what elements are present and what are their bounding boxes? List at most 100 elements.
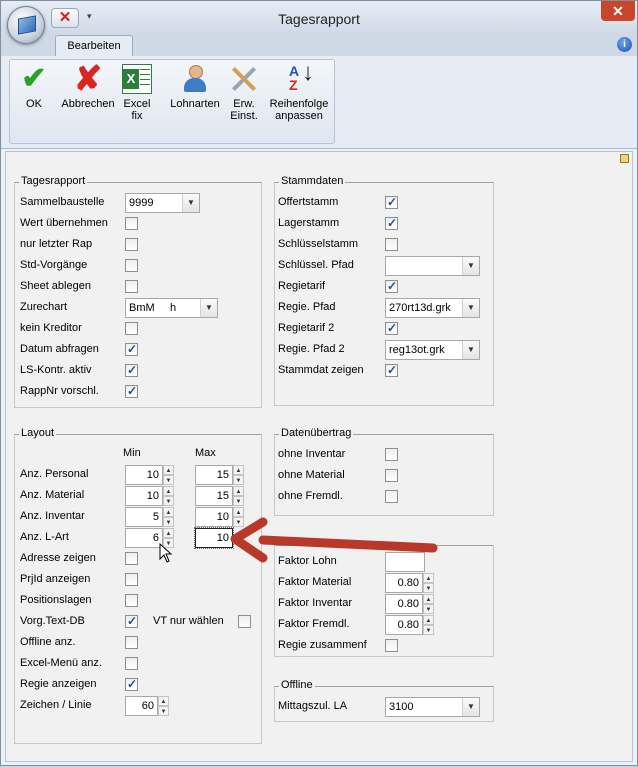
offertstamm-checkbox[interactable]	[385, 195, 398, 209]
spin-up-icon[interactable]: ▲	[158, 696, 169, 706]
regie-pfad2-combo[interactable]: reg13ot.grk ▼	[385, 340, 480, 360]
sammelbaustelle-value: 9999	[129, 197, 154, 209]
vorg-text-db-checkbox[interactable]	[125, 614, 138, 628]
ohne-fremdl-checkbox[interactable]	[385, 490, 398, 503]
chevron-down-icon[interactable]: ▼	[462, 341, 479, 359]
chevron-down-icon[interactable]: ▼	[200, 299, 217, 317]
stammdat-zeigen-checkbox[interactable]	[385, 363, 398, 377]
kein-kreditor-checkbox[interactable]	[125, 322, 138, 335]
regietarif2-checkbox[interactable]	[385, 321, 398, 335]
zurechart-combo[interactable]: BmM h ▼	[125, 298, 218, 318]
spin-down-icon[interactable]: ▼	[233, 496, 244, 506]
sheet-ablegen-checkbox[interactable]	[125, 280, 138, 293]
wert-uebernehmen-label: Wert übernehmen	[20, 217, 108, 229]
chevron-down-icon[interactable]: ▼	[462, 299, 479, 317]
kein-kreditor-row: kein Kreditor	[20, 319, 258, 339]
spin-up-icon[interactable]: ▲	[423, 573, 434, 583]
spin-down-icon[interactable]: ▼	[233, 517, 244, 527]
spin-down-icon[interactable]: ▼	[423, 604, 434, 614]
spin-down-icon[interactable]: ▼	[163, 517, 174, 527]
abbrechen-button[interactable]: ✘ Abbrechen	[56, 60, 120, 130]
tagesrapport-title: Tagesrapport	[19, 175, 88, 187]
nur-letzter-rap-row: nur letzter Rap	[20, 235, 258, 255]
wert-uebernehmen-checkbox[interactable]	[125, 217, 138, 230]
spin-down-icon[interactable]: ▼	[423, 583, 434, 593]
sheet-ablegen-row: Sheet ablegen	[20, 277, 258, 297]
sheet-ablegen-label: Sheet ablegen	[20, 280, 91, 292]
spin-up-icon[interactable]: ▲	[423, 594, 434, 604]
std-vorgaenge-row: Std-Vorgänge	[20, 256, 258, 276]
vorg-text-db-row: Vorg.Text-DB VT nur wählen	[20, 612, 258, 632]
anz-personal-max-value[interactable]: 15	[195, 465, 233, 485]
ohne-inventar-checkbox[interactable]	[385, 448, 398, 461]
application-menu-button[interactable]	[7, 6, 45, 44]
adresse-zeigen-checkbox[interactable]	[125, 552, 138, 565]
mittagszul-label: Mittagszul. LA	[278, 700, 348, 712]
offline-anz-checkbox[interactable]	[125, 636, 138, 649]
rappnr-label: RappNr vorschl.	[20, 385, 99, 397]
chevron-down-icon[interactable]: ▼	[462, 698, 479, 716]
spin-up-icon[interactable]: ▲	[233, 486, 244, 496]
spin-down-icon[interactable]: ▼	[233, 475, 244, 485]
regie-anzeigen-checkbox[interactable]	[125, 677, 138, 691]
anz-lart-min-value[interactable]: 6	[125, 528, 163, 548]
spin-up-icon[interactable]: ▲	[163, 507, 174, 517]
reihenfolge-button[interactable]: AZ Reihenfolge anpassen	[264, 60, 334, 130]
mittagszul-combo[interactable]: 3100 ▼	[385, 697, 480, 717]
spin-up-icon[interactable]: ▲	[163, 528, 174, 538]
datum-abfragen-checkbox[interactable]	[125, 342, 138, 356]
spin-down-icon[interactable]: ▼	[163, 496, 174, 506]
anz-personal-min-value[interactable]: 10	[125, 465, 163, 485]
tab-bearbeiten[interactable]: Bearbeiten	[55, 35, 133, 56]
datum-abfragen-row: Datum abfragen	[20, 340, 258, 360]
cube-icon	[18, 15, 36, 35]
anz-inventar-max-value[interactable]: 10	[195, 507, 233, 527]
window-close-button[interactable]: ✕	[601, 1, 635, 21]
anz-inventar-min-value[interactable]: 5	[125, 507, 163, 527]
spin-up-icon[interactable]: ▲	[233, 465, 244, 475]
nur-letzter-rap-checkbox[interactable]	[125, 238, 138, 251]
ok-button[interactable]: ✔ OK	[14, 60, 54, 130]
faktor-inventar-value[interactable]: 0.80	[385, 594, 423, 614]
spin-up-icon[interactable]: ▲	[163, 465, 174, 475]
panel-options-icon[interactable]	[620, 154, 629, 163]
spin-up-icon[interactable]: ▲	[423, 615, 434, 625]
std-vorgaenge-checkbox[interactable]	[125, 259, 138, 272]
prjid-anzeigen-checkbox[interactable]	[125, 573, 138, 586]
schluessel-pfad-label: Schlüssel. Pfad	[278, 259, 354, 271]
lohnarten-button[interactable]: Lohnarten	[166, 60, 224, 130]
faktor-material-value[interactable]: 0.80	[385, 573, 423, 593]
excel-fix-button[interactable]: Excel fix	[120, 60, 154, 130]
chevron-down-icon[interactable]: ▼	[182, 194, 199, 212]
ls-kontr-checkbox[interactable]	[125, 363, 138, 377]
anz-material-min-value[interactable]: 10	[125, 486, 163, 506]
spin-down-icon[interactable]: ▼	[423, 625, 434, 635]
regie-pfad-combo[interactable]: 270rt13d.grk ▼	[385, 298, 480, 318]
zeichen-linie-value[interactable]: 60	[125, 696, 158, 716]
rappnr-checkbox[interactable]	[125, 384, 138, 398]
spin-down-icon[interactable]: ▼	[158, 706, 169, 716]
faktor-lohn-input[interactable]	[385, 552, 425, 572]
excel-menu-checkbox[interactable]	[125, 657, 138, 670]
lagerstamm-checkbox[interactable]	[385, 216, 398, 230]
erw-einst-button[interactable]: Erw. Einst.	[224, 60, 264, 130]
regie-zusammenf-checkbox[interactable]	[385, 639, 398, 652]
chevron-down-icon[interactable]: ▼	[462, 257, 479, 275]
ohne-material-checkbox[interactable]	[385, 469, 398, 482]
help-icon[interactable]: i	[617, 37, 632, 52]
reihenfolge-label-2: anpassen	[275, 110, 323, 122]
schluesselstamm-checkbox[interactable]	[385, 238, 398, 251]
schluessel-pfad-combo[interactable]: ▼	[385, 256, 480, 276]
vt-nur-waehlen-checkbox[interactable]	[238, 615, 251, 628]
spin-up-icon[interactable]: ▲	[233, 507, 244, 517]
anz-material-max-value[interactable]: 15	[195, 486, 233, 506]
positionslagen-checkbox[interactable]	[125, 594, 138, 607]
wert-uebernehmen-row: Wert übernehmen	[20, 214, 258, 234]
regietarif-checkbox[interactable]	[385, 279, 398, 293]
spin-down-icon[interactable]: ▼	[163, 475, 174, 485]
sammelbaustelle-combo[interactable]: 9999 ▼	[125, 193, 200, 213]
anz-lart-max-value[interactable]: 10	[194, 527, 234, 549]
faktor-fremdl-value[interactable]: 0.80	[385, 615, 423, 635]
spin-up-icon[interactable]: ▲	[163, 486, 174, 496]
offline-title: Offline	[279, 679, 315, 691]
